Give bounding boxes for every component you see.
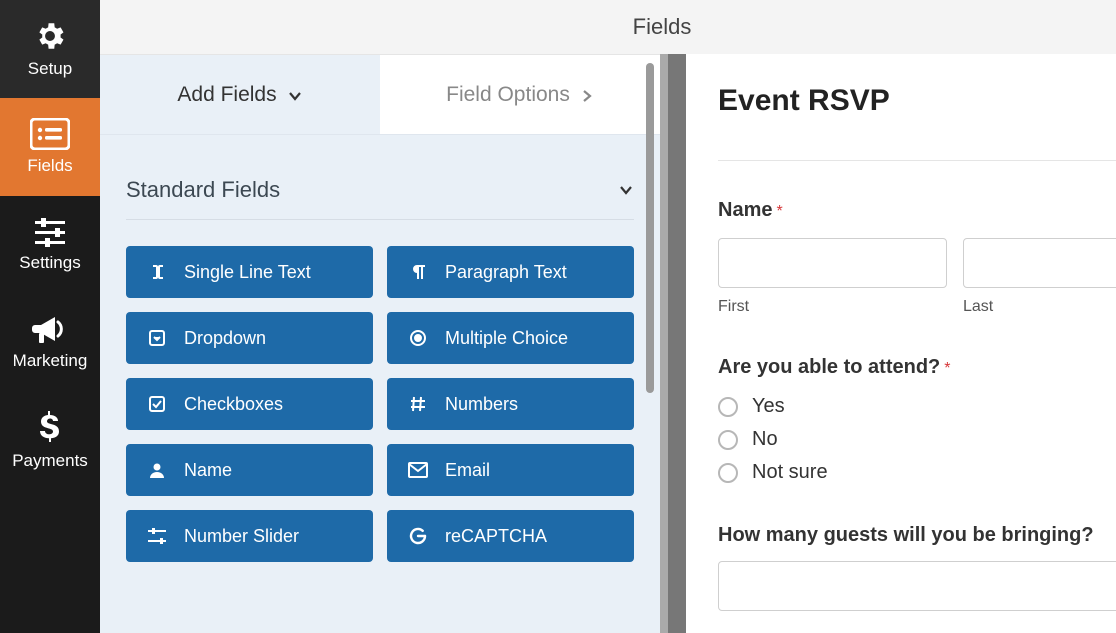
- field-email[interactable]: Email: [387, 444, 634, 496]
- field-number-slider[interactable]: Number Slider: [126, 510, 373, 562]
- sidebar-item-settings[interactable]: Settings: [0, 196, 100, 294]
- field-label: Email: [445, 460, 490, 481]
- input-first-name[interactable]: [718, 238, 947, 288]
- field-label: Number Slider: [184, 526, 299, 547]
- envelope-icon: [407, 462, 429, 478]
- field-label: reCAPTCHA: [445, 526, 547, 547]
- field-multiple-choice[interactable]: Multiple Choice: [387, 312, 634, 364]
- hash-icon: [407, 395, 429, 413]
- field-label: Multiple Choice: [445, 328, 568, 349]
- sidebar: Setup Fields Settings Marketing Payments: [0, 0, 100, 633]
- sidebar-item-label: Marketing: [13, 351, 88, 371]
- field-label: Checkboxes: [184, 394, 283, 415]
- field-paragraph-text[interactable]: Paragraph Text: [387, 246, 634, 298]
- radio-dot-icon: [407, 329, 429, 347]
- field-dropdown[interactable]: Dropdown: [126, 312, 373, 364]
- sidebar-item-label: Setup: [28, 59, 72, 79]
- google-g-icon: [407, 527, 429, 545]
- caret-square-down-icon: [146, 329, 168, 347]
- field-label: Single Line Text: [184, 262, 311, 283]
- sublabel-last: Last: [963, 298, 1116, 316]
- chevron-down-icon: [287, 88, 303, 104]
- check-square-icon: [146, 395, 168, 413]
- field-label: Paragraph Text: [445, 262, 567, 283]
- field-name[interactable]: Name: [126, 444, 373, 496]
- radio-attend-notsure[interactable]: [718, 463, 738, 483]
- field-label: Dropdown: [184, 328, 266, 349]
- sidebar-item-label: Fields: [27, 156, 72, 176]
- sliders-icon: [33, 217, 67, 247]
- radio-label: Yes: [752, 395, 785, 418]
- input-guests[interactable]: [718, 561, 1116, 611]
- fields-panel: Add Fields Field Options Standa: [100, 54, 660, 633]
- divider-line: [718, 160, 1116, 161]
- sidebar-item-setup[interactable]: Setup: [0, 0, 100, 98]
- field-label: Numbers: [445, 394, 518, 415]
- section-heading: Standard Fields: [126, 177, 280, 203]
- radio-attend-no[interactable]: [718, 430, 738, 450]
- tab-label: Field Options: [446, 83, 570, 107]
- field-recaptcha[interactable]: reCAPTCHA: [387, 510, 634, 562]
- sidebar-item-label: Settings: [19, 253, 80, 273]
- tab-add-fields[interactable]: Add Fields: [100, 55, 380, 134]
- scrollbar[interactable]: [646, 63, 654, 393]
- form-title: Event RSVP: [718, 84, 1116, 118]
- text-cursor-icon: [146, 263, 168, 281]
- sidebar-item-marketing[interactable]: Marketing: [0, 294, 100, 392]
- required-indicator: *: [776, 203, 782, 220]
- field-checkboxes[interactable]: Checkboxes: [126, 378, 373, 430]
- field-grid: Single Line Text Paragraph Text: [126, 246, 634, 562]
- tab-label: Add Fields: [177, 83, 276, 107]
- list-icon: [30, 118, 70, 150]
- dollar-icon: [39, 411, 61, 445]
- sidebar-item-payments[interactable]: Payments: [0, 392, 100, 490]
- bullhorn-icon: [32, 315, 68, 345]
- panel-divider[interactable]: [660, 54, 686, 633]
- tab-field-options[interactable]: Field Options: [380, 55, 660, 134]
- radio-label: Not sure: [752, 461, 828, 484]
- field-numbers[interactable]: Numbers: [387, 378, 634, 430]
- sidebar-item-label: Payments: [12, 451, 88, 471]
- form-preview: Event RSVP Name* First Last: [686, 54, 1116, 633]
- paragraph-icon: [407, 263, 429, 281]
- label-attend: Are you able to attend?: [718, 356, 940, 378]
- required-indicator: *: [944, 360, 950, 377]
- user-icon: [146, 461, 168, 479]
- gear-icon: [33, 19, 67, 53]
- radio-attend-yes[interactable]: [718, 397, 738, 417]
- field-label: Name: [184, 460, 232, 481]
- label-guests: How many guests will you be bringing?: [718, 524, 1094, 546]
- sliders-h-icon: [146, 528, 168, 544]
- label-name: Name: [718, 199, 772, 221]
- radio-label: No: [752, 428, 778, 451]
- page-title-bar: Fields: [100, 0, 1116, 54]
- chevron-right-icon: [580, 89, 594, 103]
- page-title: Fields: [633, 14, 692, 40]
- standard-fields-toggle[interactable]: Standard Fields: [126, 159, 634, 220]
- sublabel-first: First: [718, 298, 947, 316]
- input-last-name[interactable]: [963, 238, 1116, 288]
- field-single-line-text[interactable]: Single Line Text: [126, 246, 373, 298]
- sidebar-item-fields[interactable]: Fields: [0, 98, 100, 196]
- chevron-down-icon: [618, 182, 634, 198]
